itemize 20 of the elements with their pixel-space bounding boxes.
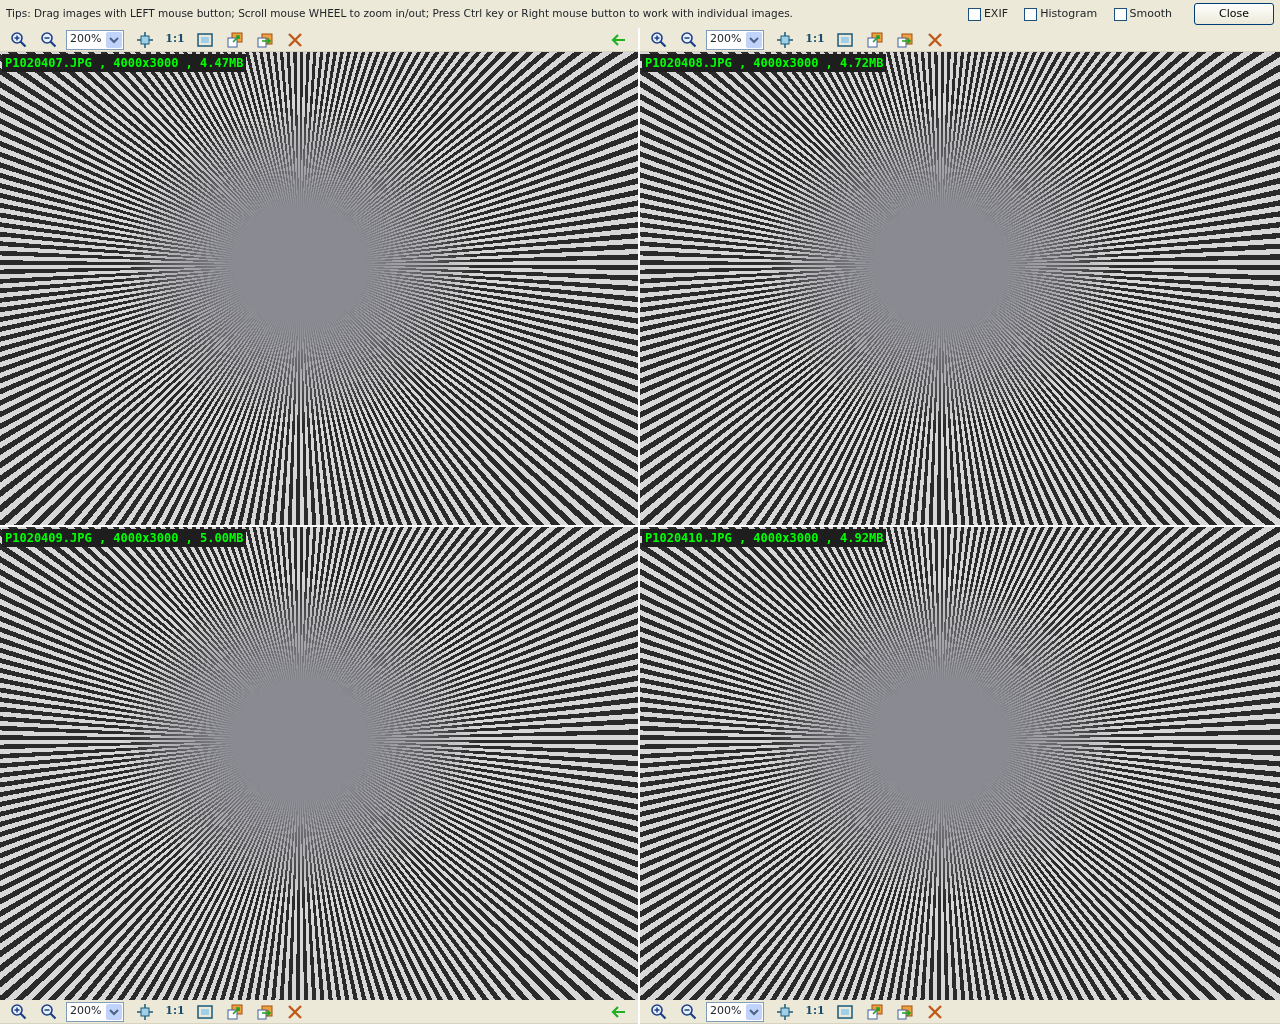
- checkbox[interactable]: [1024, 7, 1038, 21]
- checkbox-label[interactable]: Smooth: [1129, 5, 1172, 23]
- tips-text: Tips: Drag images with LEFT mouse button; Scroll mouse WHEEL to zoom in/out; Press Ctrl key or Right mouse button to work with individual images.: [6, 6, 793, 22]
- actual-size-button[interactable]: 1:1: [160, 28, 190, 51]
- checkbox[interactable]: [1113, 7, 1127, 21]
- checkbox-label[interactable]: Histogram: [1040, 5, 1098, 23]
- zoom-select[interactable]: 200%: [706, 29, 764, 50]
- zoom-select[interactable]: 200%: [66, 29, 124, 50]
- actual-size-button[interactable]: 1:1: [160, 1000, 190, 1023]
- image-caption: P1020408.JPG , 4000x3000 , 4.72MB: [642, 54, 887, 72]
- image-caption: P1020407.JPG , 4000x3000 , 4.47MB: [2, 54, 247, 72]
- actual-size-button[interactable]: 1:1: [800, 28, 830, 51]
- close-button[interactable]: Close: [1194, 3, 1274, 25]
- checkbox-label[interactable]: EXIF: [983, 5, 1008, 23]
- zoom-select[interactable]: 200%: [706, 1001, 764, 1022]
- checkbox[interactable]: [968, 7, 982, 21]
- actual-size-button[interactable]: 1:1: [800, 1000, 830, 1023]
- image-caption: P1020410.JPG , 4000x3000 , 4.92MB: [642, 529, 887, 547]
- image-caption: P1020409.JPG , 4000x3000 , 5.00MB: [2, 529, 247, 547]
- zoom-select[interactable]: 200%: [66, 1001, 124, 1022]
